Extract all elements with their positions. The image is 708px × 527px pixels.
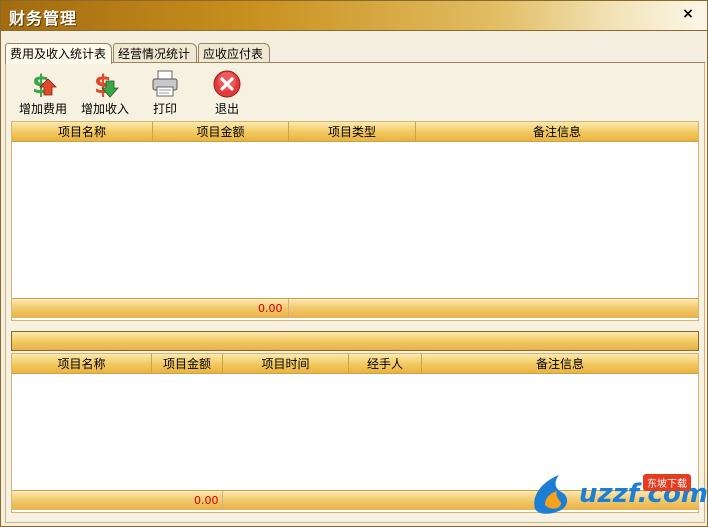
print-button[interactable]: 打印 xyxy=(135,67,195,119)
total-amount: 0.00 xyxy=(258,302,283,315)
splitter-bar[interactable] xyxy=(11,331,699,351)
print-label: 打印 xyxy=(152,102,177,116)
tab-expense-income-stats[interactable]: 费用及收入统计表 xyxy=(5,43,112,64)
exit-x-icon xyxy=(213,70,241,98)
col-item-amount[interactable]: 项目金额 xyxy=(152,354,223,374)
grid-header: 项目名称 项目金额 项目时间 经手人 备注信息 xyxy=(12,354,698,374)
dollar-down-icon: $ xyxy=(94,70,119,99)
col-handler[interactable]: 经手人 xyxy=(349,354,422,374)
footer-cell xyxy=(12,491,223,510)
add-income-button[interactable]: $ 增加收入 xyxy=(75,67,135,119)
col-remarks[interactable]: 备注信息 xyxy=(416,122,698,142)
exit-label: 退出 xyxy=(214,102,239,116)
footer-cell xyxy=(12,299,289,318)
tab-business-stats[interactable]: 经营情况统计 xyxy=(113,43,197,63)
total-amount: 0.00 xyxy=(194,494,219,507)
col-remarks[interactable]: 备注信息 xyxy=(422,354,698,374)
expense-income-grid[interactable]: 项目名称 项目金额 项目类型 备注信息 0.00 xyxy=(11,121,699,321)
add-expense-label: 增加费用 xyxy=(18,102,67,116)
flame-logo-icon xyxy=(534,475,568,514)
grid-header: 项目名称 项目金额 项目类型 备注信息 xyxy=(12,122,698,142)
exit-button[interactable]: 退出 xyxy=(197,67,257,119)
add-expense-button[interactable]: $ 增加费用 xyxy=(13,67,73,119)
uzzf-watermark-logo: uzzf.com 东坡下载 xyxy=(527,467,708,517)
col-item-time[interactable]: 项目时间 xyxy=(223,354,349,374)
dollar-up-icon: $ xyxy=(32,70,57,99)
col-item-type[interactable]: 项目类型 xyxy=(289,122,416,142)
tab-strip: 费用及收入统计表 经营情况统计 应收应付表 xyxy=(5,43,705,64)
title-bar[interactable]: 财务管理 × xyxy=(1,1,707,31)
window-title: 财务管理 xyxy=(9,9,78,28)
watermark-tag: 东坡下载 xyxy=(643,474,691,491)
tab-receivable-payable[interactable]: 应收应付表 xyxy=(198,43,270,63)
grid-footer: 0.00 xyxy=(12,298,698,318)
col-item-name[interactable]: 项目名称 xyxy=(12,354,152,374)
add-income-label: 增加收入 xyxy=(80,102,129,116)
printer-icon xyxy=(152,70,178,97)
finance-window: 财务管理 × 费用及收入统计表 经营情况统计 应收应付表 $ 增加费用 $ 增加… xyxy=(0,0,708,527)
col-item-name[interactable]: 项目名称 xyxy=(12,122,153,142)
col-item-amount[interactable]: 项目金额 xyxy=(153,122,289,142)
close-button[interactable]: × xyxy=(679,5,697,23)
